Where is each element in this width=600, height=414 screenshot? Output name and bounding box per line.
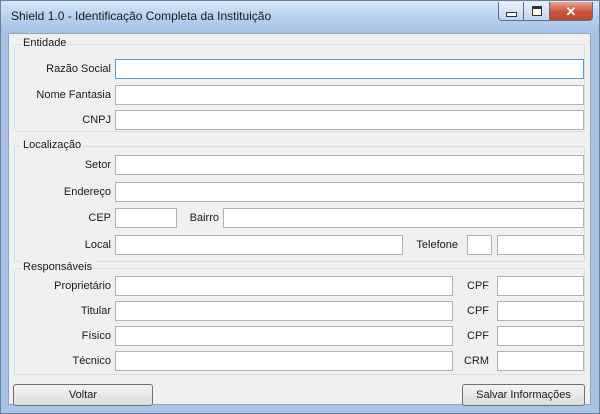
local-input[interactable] xyxy=(115,235,403,255)
setor-input[interactable] xyxy=(115,155,584,175)
close-icon: ✕ xyxy=(565,3,577,19)
titular-input[interactable] xyxy=(115,301,453,321)
maximize-icon xyxy=(531,6,542,16)
fisico-cpf-label: CPF xyxy=(467,330,489,342)
proprietario-label: Proprietário xyxy=(54,280,111,292)
title-bar[interactable]: Shield 1.0 - Identificação Completa da I… xyxy=(1,1,599,33)
setor-label: Setor xyxy=(84,159,111,171)
telefone-ddd-input[interactable] xyxy=(467,235,492,255)
cep-label: CEP xyxy=(88,212,111,224)
nome-fantasia-input[interactable] xyxy=(115,85,584,105)
cnpj-label: CNPJ xyxy=(82,114,111,126)
endereco-input[interactable] xyxy=(115,182,584,202)
voltar-button[interactable]: Voltar xyxy=(13,384,153,406)
tecnico-input[interactable] xyxy=(115,351,453,371)
tecnico-crm-input[interactable] xyxy=(497,351,584,371)
razao-social-label: Razão Social xyxy=(46,63,111,75)
window-title: Shield 1.0 - Identificação Completa da I… xyxy=(11,9,272,23)
telefone-number-input[interactable] xyxy=(497,235,584,255)
tecnico-label: Técnico xyxy=(72,355,111,367)
titular-cpf-label: CPF xyxy=(467,305,489,317)
salvar-informacoes-button[interactable]: Salvar Informações xyxy=(462,384,585,406)
close-button[interactable]: ✕ xyxy=(550,2,593,21)
responsaveis-legend: Responsáveis xyxy=(21,261,95,273)
minimize-button[interactable] xyxy=(498,2,524,21)
fisico-label: Físico xyxy=(81,330,111,342)
endereco-label: Endereço xyxy=(63,186,111,198)
entidade-legend: Entidade xyxy=(21,37,69,49)
fisico-input[interactable] xyxy=(115,326,453,346)
cnpj-input[interactable] xyxy=(115,110,584,130)
form-area: Entidade Razão Social Nome Fantasia CNPJ… xyxy=(8,33,591,406)
proprietario-cpf-input[interactable] xyxy=(497,276,584,296)
telefone-label: Telefone xyxy=(416,239,458,251)
proprietario-input[interactable] xyxy=(115,276,453,296)
localizacao-legend: Localização xyxy=(21,139,84,151)
minimize-icon xyxy=(505,12,517,17)
fisico-cpf-input[interactable] xyxy=(497,326,584,346)
local-label: Local xyxy=(84,239,111,251)
cep-input[interactable] xyxy=(115,208,177,228)
app-window: Shield 1.0 - Identificação Completa da I… xyxy=(0,0,600,414)
nome-fantasia-label: Nome Fantasia xyxy=(36,89,111,101)
maximize-button[interactable] xyxy=(524,2,550,21)
titular-label: Titular xyxy=(80,305,111,317)
tecnico-crm-label: CRM xyxy=(463,355,489,367)
titular-cpf-input[interactable] xyxy=(497,301,584,321)
bairro-input[interactable] xyxy=(223,208,584,228)
proprietario-cpf-label: CPF xyxy=(467,280,489,292)
razao-social-input[interactable] xyxy=(115,59,584,79)
bairro-label: Bairro xyxy=(189,212,219,224)
